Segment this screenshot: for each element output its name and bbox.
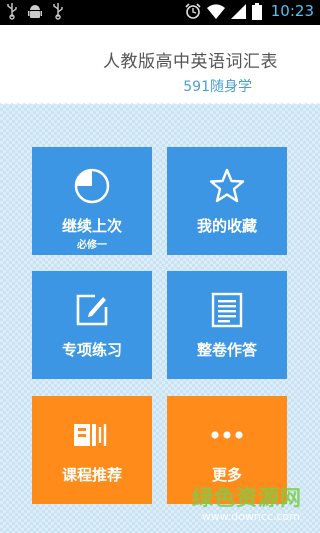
course-recommend-button[interactable]: 课程推荐	[32, 396, 152, 504]
app-header: 人教版高中英语词汇表 591随身学	[0, 25, 320, 101]
watermark-logo-text: 绿色资源网	[192, 486, 302, 510]
alarm-icon	[185, 3, 201, 19]
signal-icon	[230, 3, 246, 19]
usb-icon	[53, 3, 63, 20]
wifi-icon	[206, 3, 225, 19]
status-bar: 10:23	[0, 0, 320, 25]
usb-icon	[7, 3, 17, 20]
clock: 10:23	[270, 2, 314, 20]
tile-label: 整卷作答	[196, 341, 257, 359]
tile-label: 我的收藏	[196, 217, 257, 235]
tile-label: 专项练习	[61, 341, 122, 359]
header-scallop-edge	[0, 101, 320, 107]
progress-pie-icon	[74, 168, 110, 204]
audio-book-icon	[74, 424, 107, 446]
tile-label: 课程推荐	[61, 466, 122, 484]
my-favorites-button[interactable]: 我的收藏	[167, 147, 287, 255]
tile-label: 继续上次	[61, 217, 122, 235]
document-icon	[211, 292, 243, 328]
page-title: 人教版高中英语词汇表	[103, 52, 278, 72]
more-dots-icon	[211, 431, 243, 439]
continue-last-button[interactable]: 继续上次 必修一	[32, 147, 152, 255]
topic-practice-button[interactable]: 专项练习	[32, 271, 152, 379]
full-paper-button[interactable]: 整卷作答	[167, 271, 287, 379]
page-subtitle: 591随身学	[183, 79, 252, 95]
tile-sublabel: 必修一	[77, 240, 107, 251]
battery-icon	[251, 2, 262, 20]
android-debug-icon	[28, 4, 42, 18]
edit-icon	[76, 294, 108, 326]
watermark-url: www.downcc.com	[201, 510, 300, 523]
star-icon	[209, 168, 245, 203]
